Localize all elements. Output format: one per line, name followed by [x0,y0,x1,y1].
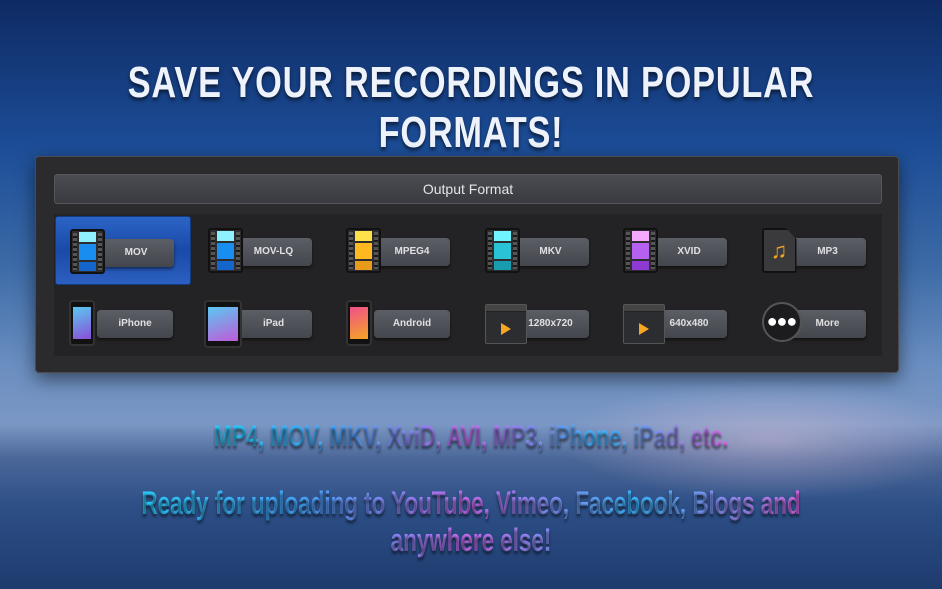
panel-title: Output Format [54,174,882,204]
film-yellow-icon [346,228,381,273]
format-option-1280x720[interactable]: 1280x720 [471,288,607,357]
tagline-text: Ready for uploading to YouTube, Vimeo, F… [141,485,801,558]
format-button-label[interactable]: Android [374,310,450,338]
film-purple-icon [623,228,658,273]
format-option-mov-lq[interactable]: MOV-LQ [194,216,330,285]
format-button-label[interactable]: MOV-LQ [235,238,312,266]
format-button-label[interactable]: MOV [98,239,174,267]
format-option-mpeg4[interactable]: MPEG4 [332,216,468,285]
format-option-mov[interactable]: MOV [55,216,191,285]
film-blue-icon [207,228,243,273]
tagline: Ready for uploading to YouTube, Vimeo, F… [141,485,800,559]
format-grid: MOV MOV-LQ MPEG4 MKV XVID MP3 ♫ iPhone iPad Andro… [54,214,882,356]
video-window-icon [623,304,665,344]
iphone-icon [69,300,95,346]
video-window-icon [484,304,527,344]
format-option-android[interactable]: Android [332,288,468,357]
format-button-label[interactable]: iPhone [97,310,173,338]
format-button-label[interactable]: MP3 [789,238,866,266]
film-blue-icon [70,229,105,274]
format-button-label[interactable]: MPEG4 [374,238,450,266]
format-option-mp3[interactable]: MP3 ♫ [748,216,884,285]
formats-line-text: MP4, MOV, MKV, XviD, AVI, MP3, iPhone, i… [213,420,729,453]
format-button-label[interactable]: XVID [651,238,727,266]
android-phone-icon [346,300,372,346]
format-option-ipad[interactable]: iPad [194,288,330,357]
output-format-panel: Output Format MOV MOV-LQ MPEG4 MKV XVID MP3 ♫ i… [35,156,899,373]
format-option-xvid[interactable]: XVID [609,216,745,285]
film-cyan-icon [484,228,520,273]
format-option-iphone[interactable]: iPhone [55,288,191,357]
ipad-icon [203,300,242,348]
format-option-mkv[interactable]: MKV [471,216,607,285]
more-dots-icon: ●●● [761,302,802,342]
headline: SAVE YOUR RECORDINGS IN POPULAR FORMATS! [127,58,815,157]
format-button-label[interactable]: iPad [235,310,312,338]
format-option-640x480[interactable]: 640x480 [609,288,745,357]
format-option-more[interactable]: More ●●● [748,288,884,357]
music-file-icon: ♫ [761,228,797,273]
formats-line: MP4, MOV, MKV, XviD, AVI, MP3, iPhone, i… [132,420,810,454]
format-button-label[interactable]: MKV [512,238,589,266]
